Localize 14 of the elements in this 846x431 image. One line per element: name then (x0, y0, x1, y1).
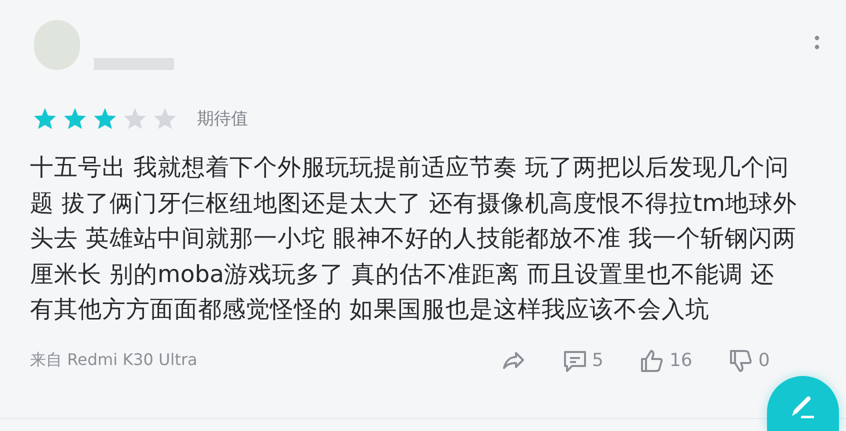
star-icon (33, 106, 57, 130)
dislike-button[interactable]: 0 (728, 348, 770, 374)
star-icon (123, 106, 147, 130)
compose-button[interactable] (767, 376, 839, 431)
thumbs-up-icon (639, 348, 666, 374)
star-icon (93, 106, 117, 130)
device-label: 来自 Redmi K30 Ultra (30, 350, 198, 372)
thumbs-down-icon (728, 348, 754, 374)
comment-button[interactable]: 5 (562, 348, 604, 374)
star-icon (153, 106, 177, 130)
like-button[interactable]: 16 (639, 348, 692, 374)
rating-label: 期待值 (197, 108, 248, 130)
star-icon (63, 106, 87, 130)
review-text: 十五号出 我就想着下个外服玩玩提前适应节奏 玩了两把以后发现几个问题 拔了俩门牙仨枢纽地图还是太大了 还有摄像机高度恨不得拉tm地球外头去 英雄站中间就那一小坨 眼神不好的人技能都放不准 我一个斩钢闪两厘米长 别的moba游戏玩多了 真的估不准距离 而且设置里也不能调 还有其他方方面面都感觉怪怪的 如果国服也是这样我应该不会入坑 (30, 152, 798, 326)
